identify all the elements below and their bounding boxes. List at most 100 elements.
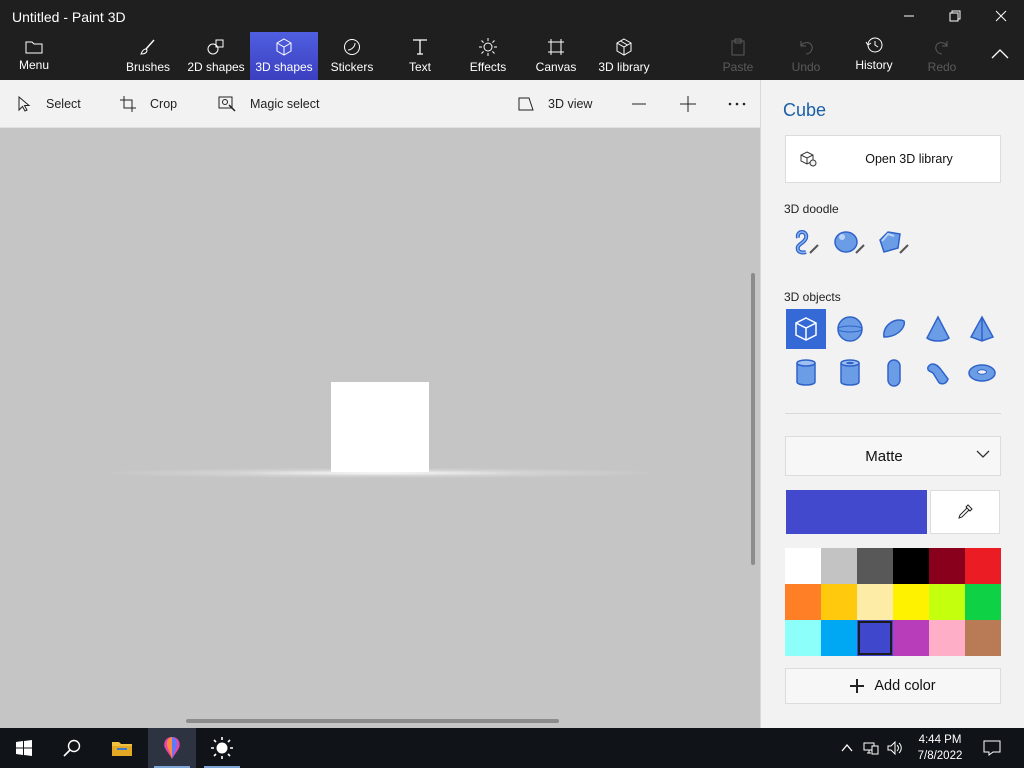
panel-divider bbox=[785, 413, 1001, 414]
tab-3d-shapes[interactable]: 3D shapes bbox=[250, 32, 318, 80]
undo-button[interactable]: Undo bbox=[784, 32, 828, 80]
capsule-object-button[interactable] bbox=[874, 353, 914, 393]
tab-canvas[interactable]: Canvas bbox=[532, 32, 580, 80]
paste-label: Paste bbox=[722, 60, 754, 74]
title-bar: Untitled - Paint 3D bbox=[0, 0, 1024, 32]
color-swatch[interactable] bbox=[893, 620, 929, 656]
cylinder-object-button[interactable] bbox=[786, 353, 826, 393]
add-color-label: Add color bbox=[874, 678, 936, 694]
tube-object-button[interactable] bbox=[830, 353, 870, 393]
sharp-doodle-button[interactable] bbox=[787, 224, 823, 260]
crop-button[interactable]: Crop bbox=[120, 80, 177, 128]
sharp-doodle-icon bbox=[795, 230, 819, 255]
history-label: History bbox=[855, 58, 893, 72]
collapse-ribbon-button[interactable] bbox=[980, 32, 1020, 80]
zoom-out-button[interactable] bbox=[631, 80, 661, 128]
minimize-button[interactable] bbox=[886, 0, 932, 32]
network-icon bbox=[863, 742, 879, 755]
chevron-up-icon bbox=[841, 744, 853, 752]
vertical-scrollbar[interactable] bbox=[751, 273, 755, 565]
tab-3d-library[interactable]: 3D library bbox=[594, 32, 654, 80]
workspace-canvas[interactable] bbox=[0, 128, 760, 728]
donut-object-button[interactable] bbox=[962, 353, 1002, 393]
color-swatch[interactable] bbox=[821, 548, 857, 584]
color-swatch[interactable] bbox=[929, 548, 965, 584]
magic-select-label: Magic select bbox=[250, 97, 320, 111]
color-swatch[interactable] bbox=[785, 620, 821, 656]
tab-stickers[interactable]: Stickers bbox=[324, 32, 380, 80]
undo-icon bbox=[800, 41, 813, 55]
cursor-icon bbox=[18, 96, 31, 112]
redo-button[interactable]: Redo bbox=[920, 32, 964, 80]
pyramid-icon bbox=[969, 315, 995, 342]
objects-section-label: 3D objects bbox=[784, 290, 841, 304]
history-button[interactable]: History bbox=[848, 32, 900, 80]
cube-object-button[interactable] bbox=[786, 309, 826, 349]
add-color-button[interactable]: Add color bbox=[785, 668, 1001, 704]
color-swatch[interactable] bbox=[929, 620, 965, 656]
tab-2d-shapes[interactable]: 2D shapes bbox=[184, 32, 248, 80]
tab-effects[interactable]: Effects bbox=[464, 32, 512, 80]
3d-view-button[interactable]: 3D view bbox=[518, 80, 592, 128]
show-hidden-icons-button[interactable] bbox=[836, 728, 858, 768]
restore-button[interactable] bbox=[932, 0, 978, 32]
paint-3d-taskbar-button[interactable] bbox=[148, 728, 196, 768]
minus-icon bbox=[632, 103, 646, 105]
material-dropdown[interactable]: Matte bbox=[785, 436, 1001, 476]
eyedropper-button[interactable] bbox=[930, 490, 1000, 534]
color-swatch[interactable] bbox=[857, 584, 893, 620]
cone-object-button[interactable] bbox=[918, 309, 958, 349]
notifications-button[interactable] bbox=[976, 728, 1008, 768]
color-swatch[interactable] bbox=[965, 548, 1001, 584]
color-swatch[interactable] bbox=[821, 584, 857, 620]
color-swatch[interactable] bbox=[893, 548, 929, 584]
window-title: Untitled - Paint 3D bbox=[12, 9, 126, 25]
3d-view-label: 3D view bbox=[548, 97, 593, 111]
brush-icon bbox=[140, 39, 155, 55]
color-swatch[interactable] bbox=[821, 620, 857, 656]
current-color-swatch[interactable] bbox=[786, 490, 927, 534]
volume-button[interactable] bbox=[884, 728, 906, 768]
sphere-object-button[interactable] bbox=[830, 309, 870, 349]
ribbon: Menu Brushes 2D shapes 3D shapes Sticker… bbox=[0, 32, 1024, 80]
open-3d-library-button[interactable]: Open 3D library bbox=[785, 135, 1001, 183]
color-swatch[interactable] bbox=[785, 548, 821, 584]
history-icon bbox=[865, 37, 883, 53]
file-explorer-button[interactable] bbox=[98, 728, 146, 768]
tube-icon bbox=[840, 359, 860, 386]
system-clock[interactable]: 4:44 PM 7/8/2022 bbox=[912, 732, 968, 764]
color-swatch[interactable] bbox=[929, 584, 965, 620]
color-swatch[interactable] bbox=[965, 584, 1001, 620]
clock-time: 4:44 PM bbox=[918, 734, 962, 746]
text-icon bbox=[413, 39, 427, 55]
zoom-in-button[interactable] bbox=[679, 80, 711, 128]
start-button[interactable] bbox=[0, 728, 48, 768]
magic-select-button[interactable]: Magic select bbox=[218, 80, 319, 128]
folder-icon bbox=[112, 742, 132, 756]
soft-doodle-button[interactable] bbox=[831, 224, 867, 260]
paste-button[interactable]: Paste bbox=[716, 32, 760, 80]
hemisphere-object-button[interactable] bbox=[874, 309, 914, 349]
tab-label: 3D shapes bbox=[255, 60, 313, 74]
color-swatch[interactable] bbox=[965, 620, 1001, 656]
horizontal-scrollbar[interactable] bbox=[186, 719, 559, 723]
color-swatch[interactable] bbox=[857, 620, 893, 656]
more-options-button[interactable] bbox=[728, 80, 760, 128]
menu-button[interactable]: Menu bbox=[8, 32, 60, 80]
3d-cube-object[interactable] bbox=[331, 382, 429, 472]
notification-icon bbox=[983, 740, 1001, 756]
brightness-app-button[interactable] bbox=[198, 728, 246, 768]
tab-text[interactable]: Text bbox=[396, 32, 444, 80]
select-button[interactable]: Select bbox=[16, 80, 81, 128]
pyramid-object-button[interactable] bbox=[962, 309, 1002, 349]
color-swatch[interactable] bbox=[893, 584, 929, 620]
close-button[interactable] bbox=[978, 0, 1024, 32]
tube-doodle-button[interactable] bbox=[875, 224, 911, 260]
color-swatch[interactable] bbox=[785, 584, 821, 620]
color-swatch[interactable] bbox=[857, 548, 893, 584]
tab-brushes[interactable]: Brushes bbox=[118, 32, 178, 80]
side-panel: Cube Open 3D library 3D doodle 3D object… bbox=[760, 80, 1024, 728]
bent-tube-object-button[interactable] bbox=[918, 353, 958, 393]
search-button[interactable] bbox=[48, 728, 96, 768]
network-button[interactable] bbox=[860, 728, 882, 768]
